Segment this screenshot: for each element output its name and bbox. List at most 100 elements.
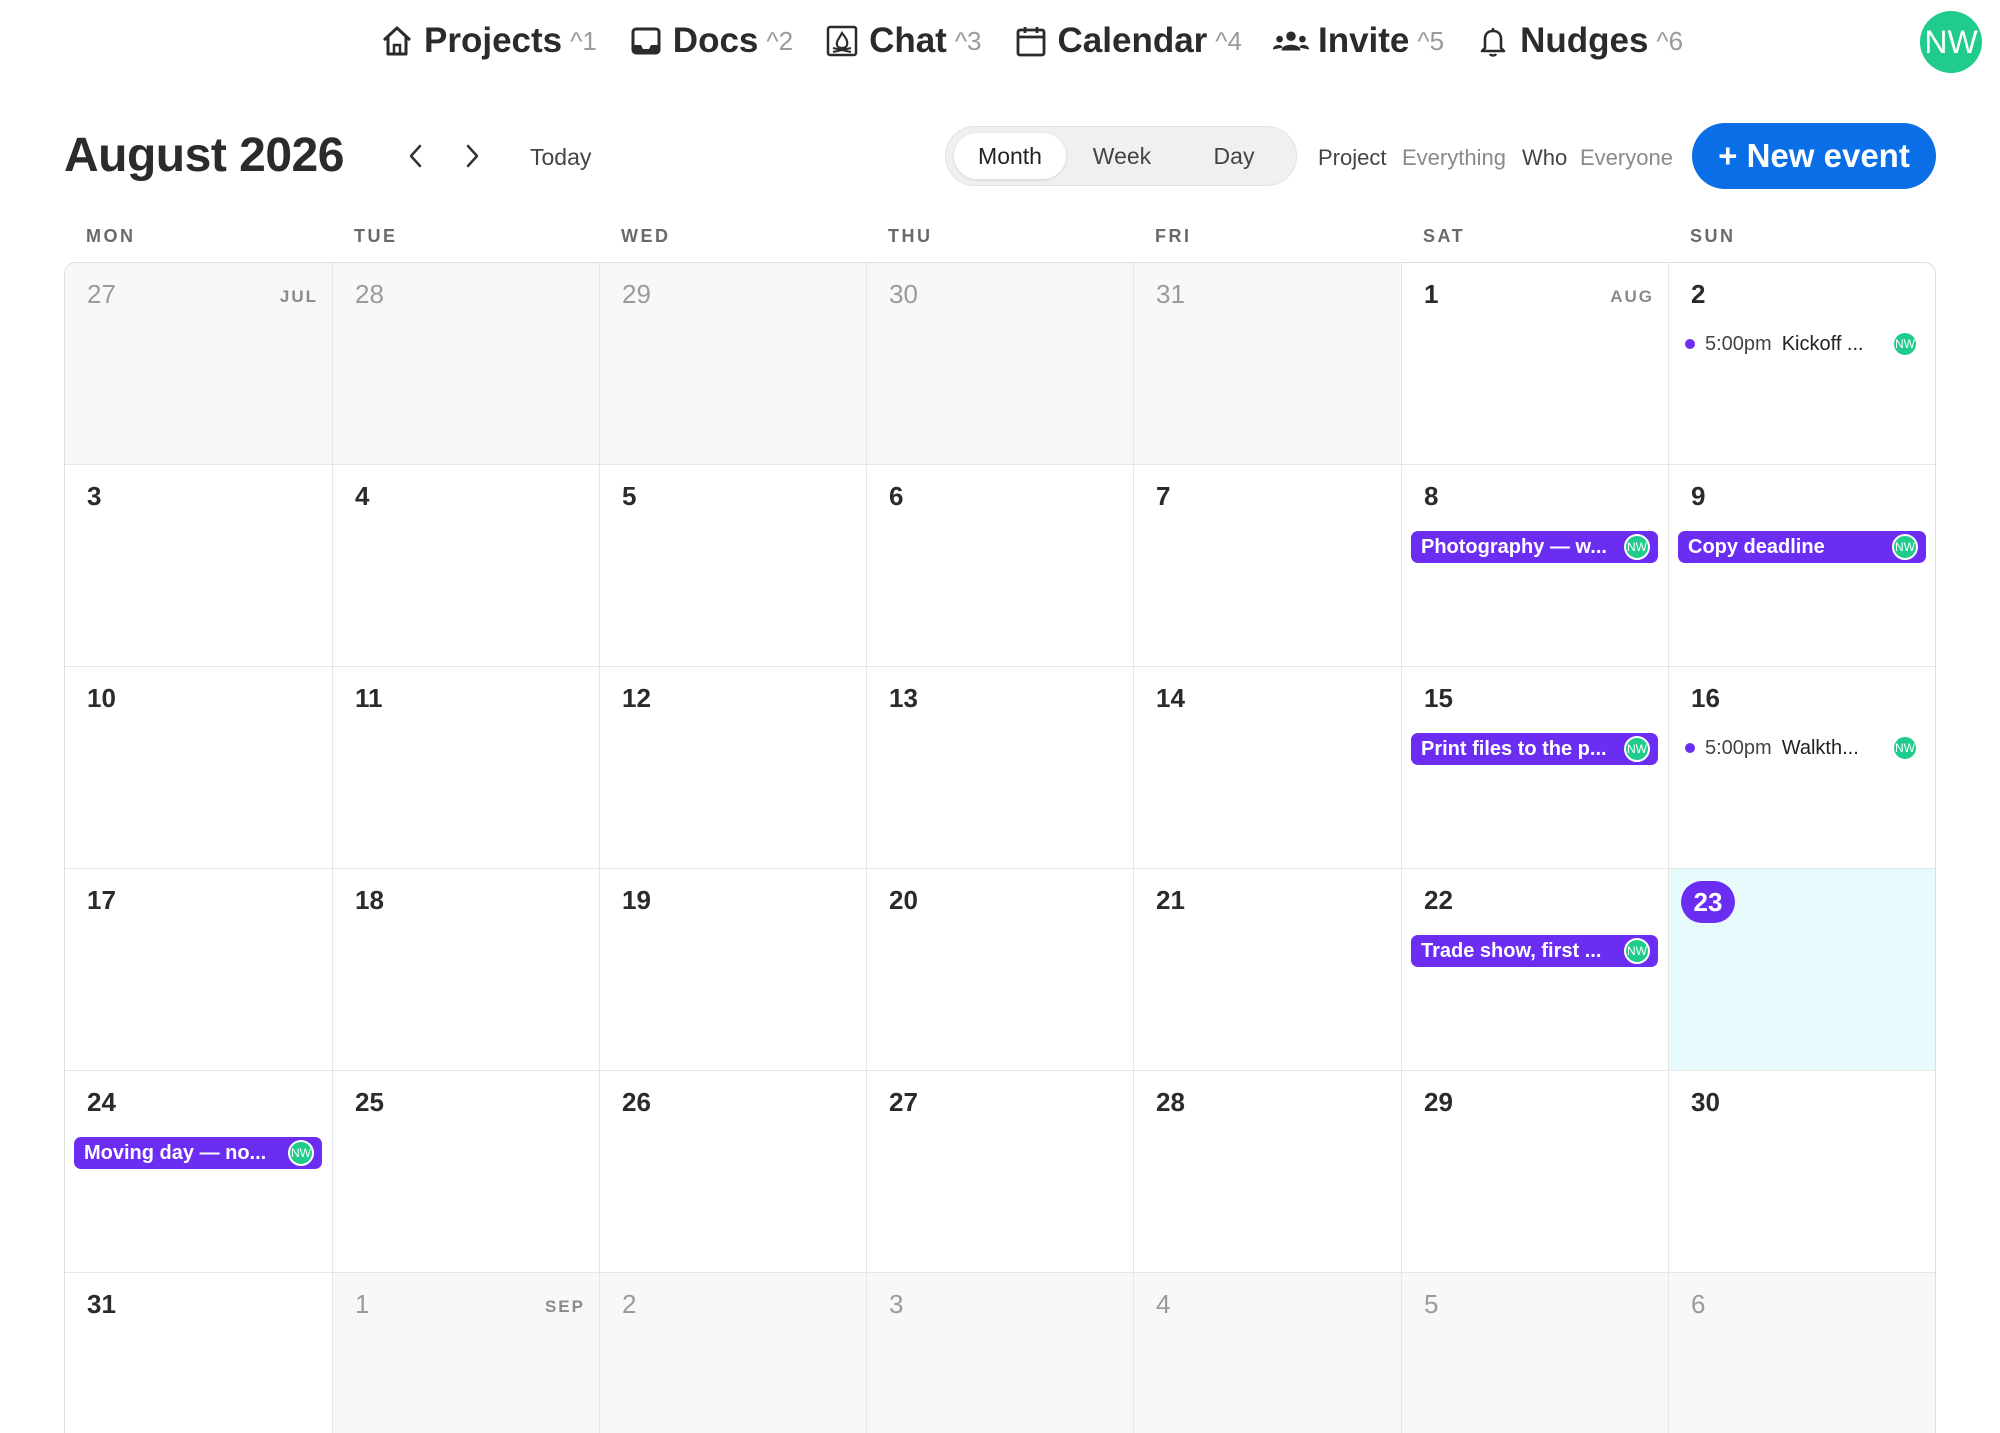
- day-number: 18: [355, 885, 384, 915]
- day-number: 10: [87, 683, 116, 713]
- event-title: Kickoff ...: [1781, 332, 1864, 355]
- timed-event[interactable]: 5:00pm Kickoff ... NW: [1685, 329, 1926, 359]
- day-cell[interactable]: 29: [1402, 1071, 1669, 1273]
- day-number: 4: [1156, 1289, 1171, 1319]
- who-filter-value[interactable]: Everyone: [1580, 145, 1673, 171]
- day-cell[interactable]: 20: [867, 869, 1134, 1071]
- view-week-button[interactable]: Week: [1066, 133, 1178, 179]
- nav-calendar[interactable]: Calendar ^4: [1012, 21, 1242, 61]
- day-cell[interactable]: 5: [1402, 1273, 1669, 1433]
- day-cell[interactable]: 13: [867, 667, 1134, 869]
- day-cell[interactable]: 30: [867, 263, 1134, 465]
- nav-projects-shortcut: ^1: [570, 25, 597, 56]
- day-cell[interactable]: 11: [333, 667, 600, 869]
- day-number: 3: [87, 481, 102, 511]
- day-number: 6: [1691, 1289, 1706, 1319]
- weekday-label-wed: WED: [621, 226, 671, 246]
- day-cell[interactable]: 31: [1134, 263, 1402, 465]
- people-icon: [1272, 22, 1310, 60]
- day-cell[interactable]: 3: [867, 1273, 1134, 1433]
- day-cell[interactable]: 4: [1134, 1273, 1402, 1433]
- day-cell[interactable]: 4: [333, 465, 600, 667]
- inbox-icon: [627, 22, 665, 60]
- day-cell[interactable]: 19: [600, 869, 867, 1071]
- nav-docs-shortcut: ^2: [766, 25, 794, 56]
- weekday-label-mon: MON: [86, 226, 136, 246]
- day-cell[interactable]: 14: [1134, 667, 1402, 869]
- view-month-button[interactable]: Month: [954, 133, 1066, 179]
- day-cell[interactable]: 2 5:00pm Kickoff ... NW: [1669, 263, 1935, 465]
- previous-month-button[interactable]: [396, 138, 436, 178]
- day-cell[interactable]: 25: [333, 1071, 600, 1273]
- nav-projects-label: Projects: [424, 21, 563, 60]
- day-cell[interactable]: 6: [867, 465, 1134, 667]
- today-badge: 23: [1681, 881, 1735, 923]
- nav-chat-label: Chat: [869, 21, 947, 60]
- chevron-right-icon: [461, 143, 483, 174]
- day-cell[interactable]: 9 Copy deadline NW: [1669, 465, 1935, 667]
- nav-invite[interactable]: Invite ^5: [1272, 21, 1444, 61]
- day-number: 26: [622, 1087, 651, 1117]
- day-cell[interactable]: 7: [1134, 465, 1402, 667]
- day-cell[interactable]: 3: [65, 465, 333, 667]
- view-day-button[interactable]: Day: [1178, 133, 1290, 179]
- user-avatar[interactable]: NW: [1920, 11, 1982, 73]
- day-cell[interactable]: 28: [1134, 1071, 1402, 1273]
- day-cell[interactable]: 27 JUL: [65, 263, 333, 465]
- day-cell[interactable]: 12: [600, 667, 867, 869]
- day-number: 9: [1691, 481, 1706, 511]
- today-button[interactable]: Today: [530, 144, 591, 171]
- day-number: 2: [1691, 279, 1706, 309]
- day-cell[interactable]: 5: [600, 465, 867, 667]
- month-grid: 27 JUL 28 29 30 31 1 AUG 2 5:00pm Kickoff ... NW 3 4 5…: [64, 262, 1936, 1433]
- day-cell[interactable]: 2: [600, 1273, 867, 1433]
- day-number: 11: [355, 683, 383, 713]
- day-cell[interactable]: 31: [65, 1273, 333, 1433]
- event-bar[interactable]: Print files to the p... NW: [1411, 733, 1658, 765]
- event-dot-icon: [1685, 743, 1695, 753]
- event-avatar: NW: [1892, 331, 1918, 357]
- nav-docs[interactable]: Docs ^2: [627, 21, 793, 61]
- day-number: 16: [1691, 683, 1720, 713]
- calendar-icon: [1012, 22, 1050, 60]
- day-cell[interactable]: 18: [333, 869, 600, 1071]
- day-cell[interactable]: 15 Print files to the p... NW: [1402, 667, 1669, 869]
- month-label: SEP: [544, 1297, 585, 1316]
- day-cell[interactable]: 10: [65, 667, 333, 869]
- project-filter-label: Project: [1318, 145, 1387, 170]
- new-event-button[interactable]: + New event: [1692, 123, 1936, 189]
- event-title: Copy deadline: [1688, 535, 1825, 558]
- day-cell[interactable]: 24 Moving day — no... NW: [65, 1071, 333, 1273]
- day-number: 25: [355, 1087, 384, 1117]
- day-cell[interactable]: 1 AUG: [1402, 263, 1669, 465]
- event-bar[interactable]: Copy deadline NW: [1678, 531, 1926, 563]
- day-cell[interactable]: 1 SEP: [333, 1273, 600, 1433]
- day-number: 4: [355, 481, 370, 511]
- day-number: 21: [1156, 885, 1185, 915]
- day-cell[interactable]: 22 Trade show, first ... NW: [1402, 869, 1669, 1071]
- day-cell[interactable]: 23: [1669, 869, 1935, 1071]
- day-number: 31: [87, 1289, 116, 1319]
- day-cell[interactable]: 8 Photography — w... NW: [1402, 465, 1669, 667]
- day-cell[interactable]: 27: [867, 1071, 1134, 1273]
- day-number: 28: [1156, 1087, 1185, 1117]
- next-month-button[interactable]: [452, 138, 492, 178]
- timed-event[interactable]: 5:00pm Walkth... NW: [1685, 733, 1926, 763]
- nav-nudges[interactable]: Nudges ^6: [1474, 21, 1683, 61]
- project-filter-value[interactable]: Everything: [1402, 145, 1506, 171]
- day-cell[interactable]: 30: [1669, 1071, 1935, 1273]
- event-bar[interactable]: Trade show, first ... NW: [1411, 935, 1658, 967]
- day-cell[interactable]: 6: [1669, 1273, 1935, 1433]
- day-cell[interactable]: 26: [600, 1071, 867, 1273]
- nav-docs-label: Docs: [672, 21, 759, 60]
- event-bar[interactable]: Moving day — no... NW: [74, 1137, 322, 1169]
- day-cell[interactable]: 28: [333, 263, 600, 465]
- month-label: JUL: [279, 287, 318, 306]
- day-cell[interactable]: 16 5:00pm Walkth... NW: [1669, 667, 1935, 869]
- day-cell[interactable]: 17: [65, 869, 333, 1071]
- event-bar[interactable]: Photography — w... NW: [1411, 531, 1658, 563]
- day-cell[interactable]: 29: [600, 263, 867, 465]
- day-cell[interactable]: 21: [1134, 869, 1402, 1071]
- nav-projects[interactable]: Projects ^1: [378, 21, 597, 61]
- nav-chat[interactable]: Chat ^3: [823, 21, 982, 61]
